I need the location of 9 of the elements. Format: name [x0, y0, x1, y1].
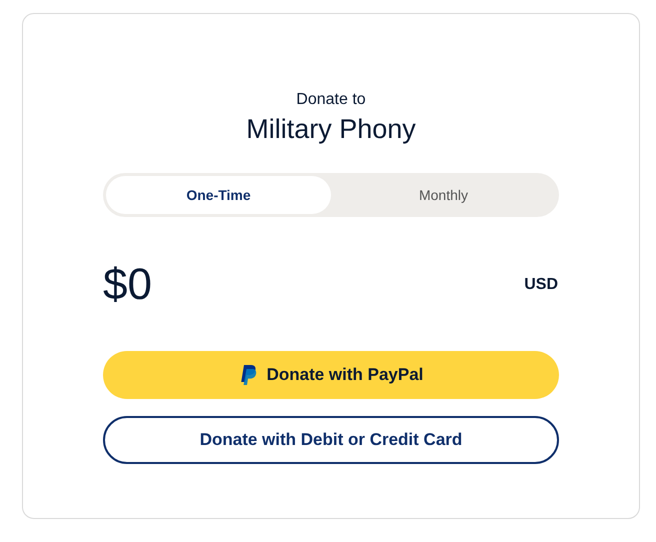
card-button[interactable]: Donate with Debit or Credit Card [103, 416, 559, 464]
campaign-title: Military Phony [246, 113, 416, 146]
frequency-tab[interactable]: One-Time [106, 176, 331, 214]
donate-subtitle: Donate to [296, 90, 366, 110]
paypal-icon [238, 364, 257, 386]
amount-value[interactable]: $0 [103, 257, 152, 313]
currency-label: USD [524, 275, 558, 295]
frequency-tab[interactable]: Monthly [331, 176, 556, 214]
paypal-button[interactable]: Donate with PayPal [103, 351, 559, 399]
